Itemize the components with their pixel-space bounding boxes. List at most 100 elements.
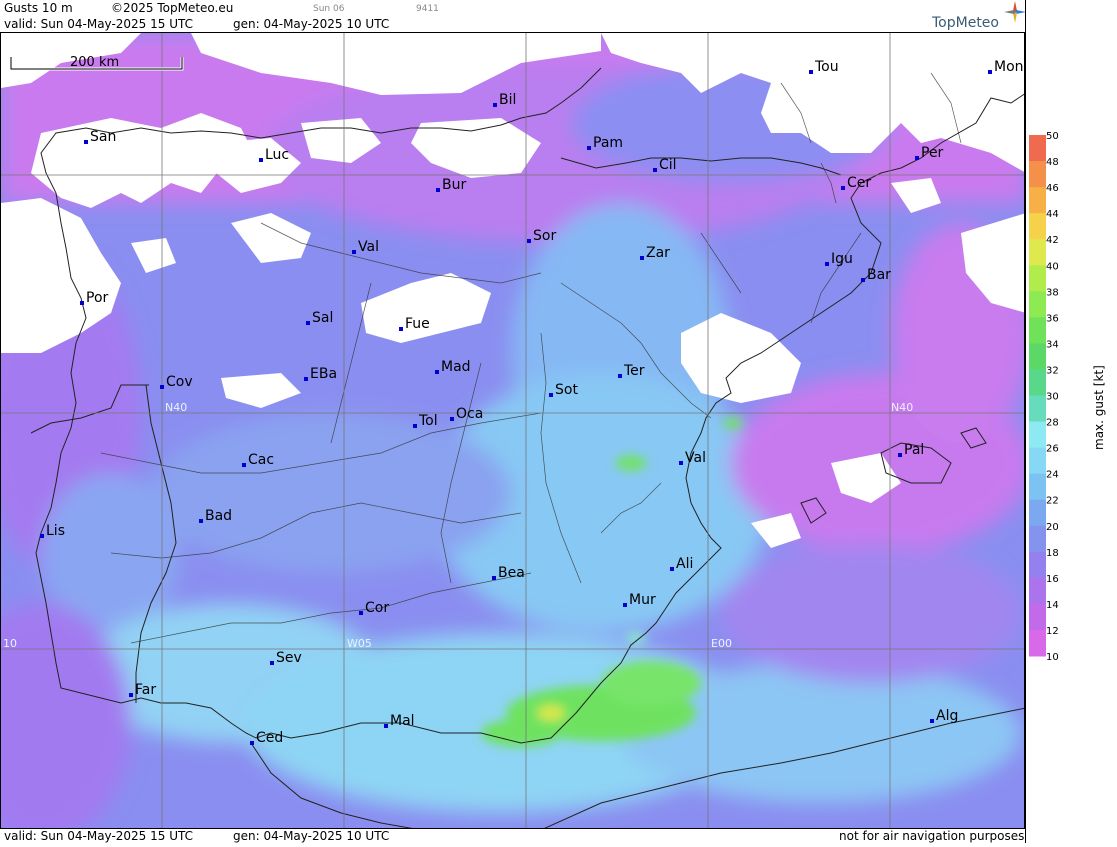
- city-label: Alg: [936, 708, 958, 724]
- legend-tick-label: 48: [1046, 157, 1059, 168]
- city-marker-icon: [915, 156, 919, 160]
- city-label: Mur: [629, 592, 656, 608]
- city-label: Sal: [312, 310, 333, 326]
- legend-tick-label: 16: [1046, 574, 1059, 585]
- legend-tick-label: 36: [1046, 313, 1059, 324]
- city-label: Mal: [390, 713, 415, 729]
- city-marker-icon: [259, 158, 263, 162]
- city-marker-icon: [80, 301, 84, 305]
- legend-tick-label: 18: [1046, 548, 1059, 559]
- city-marker-icon: [160, 385, 164, 389]
- legend-tick-label: 34: [1046, 339, 1059, 350]
- city-marker-icon: [861, 278, 865, 282]
- legend-tick-label: 28: [1046, 418, 1059, 429]
- legend-swatch: [1029, 161, 1046, 188]
- city-marker-icon: [825, 262, 829, 266]
- footer-valid-time: valid: Sun 04-May-2025 15 UTC: [4, 829, 193, 843]
- legend-tick-label: 14: [1046, 600, 1059, 611]
- city-mad: Mad: [435, 359, 471, 375]
- legend-tick-label: 22: [1046, 496, 1059, 507]
- legend-tick-label: 20: [1046, 522, 1059, 533]
- city-label: Far: [135, 682, 156, 698]
- legend-swatch: [1029, 421, 1046, 449]
- legend-swatch: [1029, 369, 1046, 396]
- city-marker-icon: [450, 417, 454, 421]
- city-label: Por: [86, 290, 109, 306]
- city-marker-icon: [413, 424, 417, 428]
- map-canvas: N40 N40 10 W05 E00 200 km Tou Mon Bil San Lu…: [1, 33, 1024, 828]
- city-label: Sot: [555, 382, 578, 398]
- legend-tick-label: 46: [1046, 183, 1059, 194]
- legend-colorbar: 50 48 46 44 42 40 38 36 34 32 30 28 26 24 22 20 18 16 14 12…: [1029, 131, 1106, 663]
- city-label: Tol: [418, 413, 438, 429]
- city-label: Cac: [248, 452, 274, 468]
- city-marker-icon: [587, 146, 591, 150]
- city-marker-icon: [618, 374, 622, 378]
- brand-logo: TopMeteo: [932, 15, 999, 31]
- city-label: Mad: [441, 359, 471, 375]
- legend-swatch: [1029, 473, 1046, 501]
- grid-label-w05: W05: [347, 637, 372, 650]
- legend-swatch: [1029, 265, 1046, 292]
- city-label: Lis: [46, 523, 65, 539]
- legend-swatch: [1029, 603, 1046, 631]
- grid-label-n40-right: N40: [891, 401, 913, 414]
- legend-tick-label: 10: [1046, 652, 1059, 663]
- city-label: Per: [921, 145, 944, 161]
- legend-tick-label: 44: [1046, 209, 1059, 220]
- city-pam: Pam: [587, 135, 623, 151]
- legend-swatch: [1029, 135, 1046, 162]
- legend-tick-label: 24: [1046, 470, 1059, 481]
- grid-label-w10: 10: [3, 637, 17, 650]
- city-label: San: [90, 129, 116, 145]
- city-marker-icon: [384, 724, 388, 728]
- city-marker-icon: [930, 719, 934, 723]
- city-marker-icon: [493, 103, 497, 107]
- product-title: Gusts 10 m: [4, 1, 73, 15]
- city-label: Bea: [498, 565, 525, 581]
- run-day: Sun 06: [313, 4, 345, 14]
- wind-gust-map: N40 N40 10 W05 E00 200 km Tou Mon Bil San Lu…: [0, 32, 1025, 829]
- city-marker-icon: [679, 461, 683, 465]
- city-marker-icon: [898, 453, 902, 457]
- city-label: Bil: [499, 92, 516, 108]
- legend-swatch: [1029, 395, 1046, 423]
- legend-tick-label: 12: [1046, 626, 1059, 637]
- city-label: Fue: [405, 316, 430, 332]
- city-marker-icon: [129, 693, 133, 697]
- city-label: Ter: [623, 363, 645, 379]
- legend-swatch: [1029, 343, 1046, 370]
- legend-swatch: [1029, 447, 1046, 475]
- city-marker-icon: [492, 576, 496, 580]
- city-label: Oca: [456, 406, 483, 422]
- city-label: Cor: [365, 600, 389, 616]
- grid-label-n40-left: N40: [165, 401, 187, 414]
- city-label: Luc: [265, 147, 289, 163]
- legend-tick-label: 30: [1046, 392, 1059, 403]
- copyright-text: ©2025 TopMeteo.eu: [111, 1, 234, 15]
- city-marker-icon: [84, 140, 88, 144]
- legend-swatch: [1029, 213, 1046, 240]
- city-label: Ali: [676, 556, 693, 572]
- city-marker-icon: [670, 567, 674, 571]
- city-label: Pam: [593, 135, 623, 151]
- city-marker-icon: [242, 463, 246, 467]
- city-marker-icon: [527, 239, 531, 243]
- city-mon: Mon: [988, 59, 1024, 75]
- legend-swatch: [1029, 317, 1046, 344]
- compass-logo-icon: [1004, 1, 1026, 23]
- legend-tick-label: 50: [1046, 131, 1059, 142]
- city-marker-icon: [435, 370, 439, 374]
- city-label: EBa: [310, 366, 337, 382]
- city-label: Ced: [256, 730, 283, 746]
- city-label: Pal: [904, 442, 924, 458]
- legend-tick-label: 32: [1046, 365, 1059, 376]
- city-marker-icon: [306, 321, 310, 325]
- grid-label-e00: E00: [711, 637, 732, 650]
- city-marker-icon: [809, 70, 813, 74]
- city-marker-icon: [549, 393, 553, 397]
- footer-generated-time: gen: 04-May-2025 10 UTC: [233, 829, 390, 843]
- legend-tick-label: 42: [1046, 235, 1059, 246]
- legend-tick-label: 26: [1046, 444, 1059, 455]
- city-label: Sev: [276, 650, 302, 666]
